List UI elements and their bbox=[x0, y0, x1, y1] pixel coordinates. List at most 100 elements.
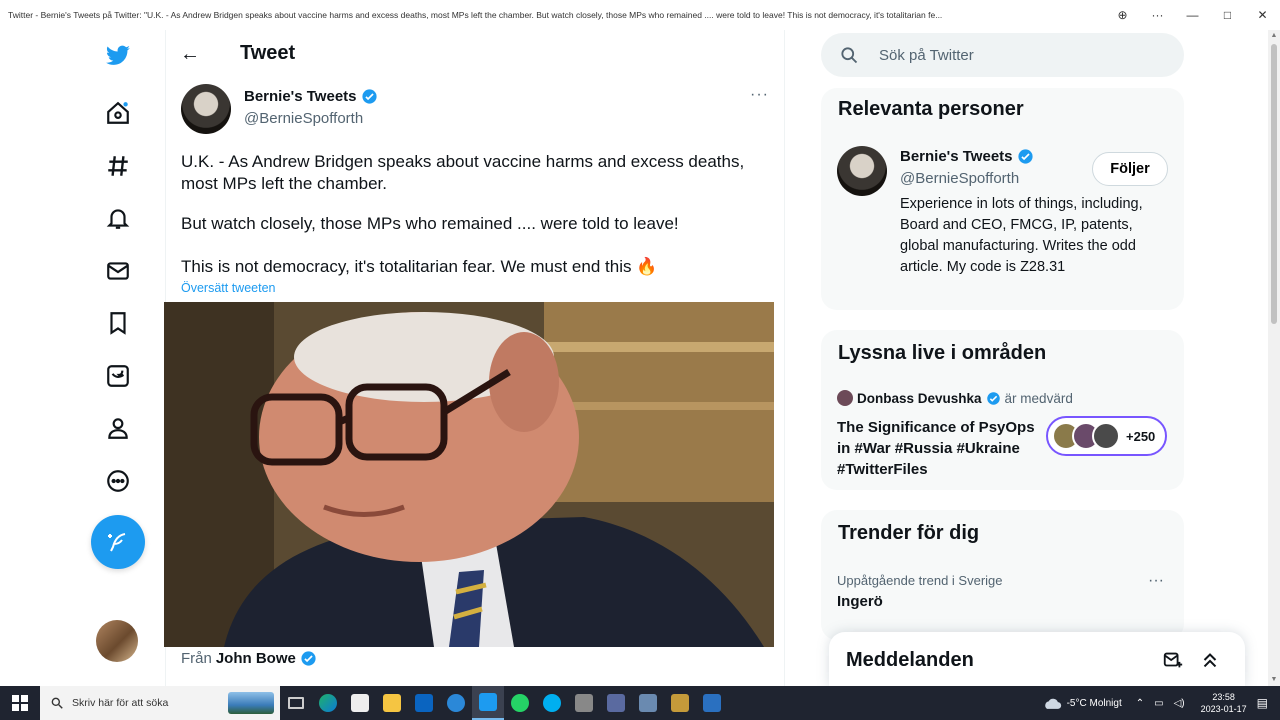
twitter-app-icon[interactable] bbox=[472, 686, 504, 720]
taskbar-search[interactable]: Skriv här för att söka bbox=[40, 686, 280, 720]
space-title[interactable]: The Significance of PsyOps in #War #Russ… bbox=[837, 417, 1037, 480]
search-icon bbox=[51, 697, 63, 709]
bookmarks-icon[interactable] bbox=[100, 305, 136, 341]
home-icon[interactable] bbox=[100, 95, 136, 131]
maximize-button[interactable]: □ bbox=[1210, 0, 1245, 30]
verified-badge-icon bbox=[1017, 149, 1033, 164]
verified-badge-icon bbox=[361, 89, 377, 104]
account-avatar[interactable] bbox=[96, 620, 138, 662]
twitter-logo-icon[interactable] bbox=[100, 38, 136, 74]
volume-icon[interactable]: ◁) bbox=[1174, 698, 1185, 709]
author-name-row[interactable]: Bernie's Tweets bbox=[244, 88, 378, 105]
browser-titlebar: Twitter - Bernie's Tweets på Twitter: "U… bbox=[0, 0, 1280, 30]
space-host-role: är medvärd bbox=[1004, 390, 1073, 406]
scroll-down-arrow[interactable]: ▼ bbox=[1268, 674, 1280, 686]
start-button[interactable] bbox=[0, 686, 40, 720]
new-message-icon[interactable] bbox=[1162, 649, 1184, 671]
mail-icon[interactable] bbox=[408, 686, 440, 720]
search-icon bbox=[841, 47, 858, 64]
relevant-person-avatar[interactable] bbox=[837, 146, 887, 196]
author-avatar[interactable] bbox=[181, 84, 231, 134]
browser-menu-button[interactable]: ··· bbox=[1140, 0, 1175, 30]
verified-badge-icon bbox=[301, 651, 316, 666]
tweet-video[interactable] bbox=[164, 302, 774, 647]
system-tray: -5°C Molnigt ⌃ ▭ ◁) 23:58 2023-01-17 ▤ bbox=[1042, 686, 1280, 720]
relevant-people-heading: Relevanta personer bbox=[838, 98, 1024, 120]
tweet-text-paragraph-1: U.K. - As Andrew Bridgen speaks about va… bbox=[181, 152, 745, 193]
zoom-icon[interactable]: ⊕ bbox=[1105, 0, 1140, 30]
relevant-person-bio: Experience in lots of things, including,… bbox=[900, 196, 1143, 275]
skype-icon[interactable] bbox=[536, 686, 568, 720]
taskbar-search-placeholder: Skriv här för att söka bbox=[72, 697, 169, 709]
minimize-button[interactable]: — bbox=[1175, 0, 1210, 30]
following-button[interactable]: Följer bbox=[1092, 152, 1168, 186]
scroll-up-arrow[interactable]: ▲ bbox=[1268, 30, 1280, 42]
task-view-icon[interactable] bbox=[280, 686, 312, 720]
listener-avatar bbox=[1092, 422, 1120, 450]
messages-label: Meddelanden bbox=[846, 649, 974, 671]
file-explorer-icon[interactable] bbox=[376, 686, 408, 720]
app-icon[interactable] bbox=[696, 686, 728, 720]
search-input[interactable]: Sök på Twitter bbox=[821, 33, 1184, 77]
network-icon[interactable]: ▭ bbox=[1154, 698, 1163, 709]
page-title: Tweet bbox=[240, 42, 296, 64]
messages-envelope-icon[interactable] bbox=[100, 253, 136, 289]
relevant-person-handle[interactable]: @BernieSpofforth bbox=[900, 170, 1019, 187]
twitter-blue-icon[interactable] bbox=[100, 358, 136, 394]
windows-taskbar: Skriv här för att söka -5°C Molnigt ⌃ ▭ … bbox=[0, 686, 1280, 720]
edge-icon[interactable] bbox=[312, 686, 344, 720]
explore-hashtag-icon[interactable] bbox=[100, 148, 136, 184]
app-icon[interactable] bbox=[664, 686, 696, 720]
video-source-name[interactable]: John Bowe bbox=[216, 650, 296, 667]
video-source-line: Från John Bowe bbox=[181, 650, 317, 667]
space-host-name[interactable]: Donbass Devushka bbox=[857, 391, 982, 406]
weather-text: -5°C Molnigt bbox=[1066, 697, 1122, 709]
profile-icon[interactable] bbox=[100, 410, 136, 446]
compose-tweet-icon bbox=[108, 533, 126, 552]
tweet-text-paragraph-2: But watch closely, those MPs who remaine… bbox=[181, 214, 679, 233]
trends-heading: Trender för dig bbox=[838, 522, 980, 544]
app-icon[interactable] bbox=[600, 686, 632, 720]
tray-chevron-icon[interactable]: ⌃ bbox=[1136, 698, 1144, 709]
author-name[interactable]: Bernie's Tweets bbox=[244, 88, 357, 105]
close-button[interactable]: ✕ bbox=[1245, 0, 1280, 30]
clock[interactable]: 23:58 2023-01-17 bbox=[1201, 691, 1247, 715]
relevant-person-name[interactable]: Bernie's Tweets bbox=[900, 148, 1013, 165]
verified-badge-icon bbox=[986, 391, 1000, 405]
clock-time: 23:58 bbox=[1212, 692, 1235, 702]
search-placeholder: Sök på Twitter bbox=[879, 46, 974, 64]
spaces-heading: Lyssna live i områden bbox=[838, 342, 1047, 364]
scrollbar-thumb[interactable] bbox=[1271, 44, 1277, 324]
messages-drawer[interactable]: Meddelanden bbox=[829, 632, 1245, 686]
video-frame-image bbox=[164, 302, 774, 647]
expand-chevron-icon[interactable] bbox=[1199, 649, 1221, 671]
weather-widget[interactable]: -5°C Molnigt bbox=[1042, 696, 1122, 710]
app-icon[interactable] bbox=[632, 686, 664, 720]
listener-count: +250 bbox=[1126, 428, 1156, 444]
from-prefix: Från bbox=[181, 650, 212, 667]
whatsapp-icon[interactable] bbox=[504, 686, 536, 720]
space-host-avatar bbox=[837, 390, 853, 406]
store-icon[interactable] bbox=[344, 686, 376, 720]
search-highlight-image bbox=[228, 692, 274, 714]
browser-app-icon[interactable] bbox=[440, 686, 472, 720]
more-circle-icon[interactable] bbox=[100, 463, 136, 499]
author-handle[interactable]: @BernieSpofforth bbox=[244, 110, 363, 127]
notification-center-icon[interactable]: ▤ bbox=[1257, 696, 1268, 710]
window-title: Twitter - Bernie's Tweets på Twitter: "U… bbox=[8, 10, 943, 20]
trend-more-button[interactable]: ··· bbox=[1148, 572, 1164, 590]
space-listeners-pill[interactable]: +250 bbox=[1046, 416, 1167, 456]
translate-tweet-link[interactable]: Översätt tweeten bbox=[181, 281, 276, 295]
relevant-person-name-row[interactable]: Bernie's Tweets bbox=[900, 148, 1034, 165]
page-scrollbar[interactable]: ▲ ▼ bbox=[1268, 30, 1280, 686]
windows-logo-icon bbox=[12, 695, 28, 711]
tweet-more-button[interactable]: ··· bbox=[750, 86, 769, 104]
notifications-bell-icon[interactable] bbox=[100, 200, 136, 236]
space-host-row: Donbass Devushka är medvärd bbox=[837, 390, 1073, 406]
trend-name[interactable]: Ingerö bbox=[837, 593, 883, 610]
back-arrow-icon[interactable]: ← bbox=[180, 40, 204, 68]
clock-date: 2023-01-17 bbox=[1200, 704, 1247, 714]
app-icon[interactable] bbox=[568, 686, 600, 720]
compose-tweet-button[interactable] bbox=[91, 515, 145, 569]
tweet-text-paragraph-3: This is not democracy, it's totalitarian… bbox=[181, 257, 658, 276]
